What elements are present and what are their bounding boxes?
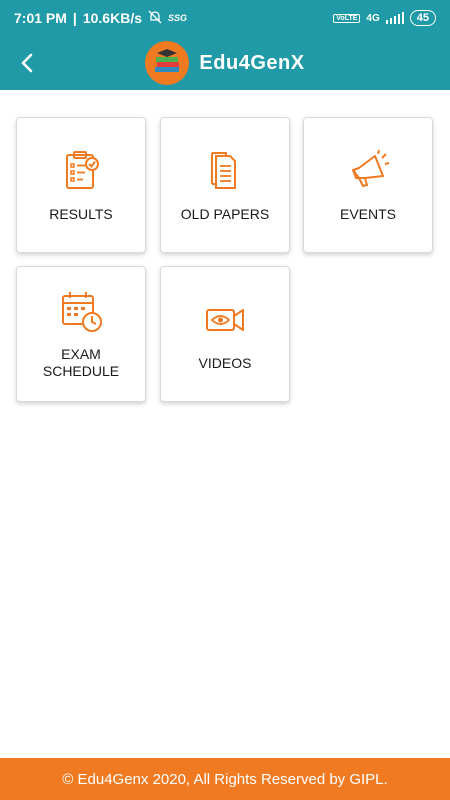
videos-card[interactable]: VIDEOS [160, 266, 290, 402]
videos-label: VIDEOS [198, 354, 252, 371]
battery-indicator: 45 [409, 10, 436, 26]
volte-icon: VoLTE [333, 13, 361, 23]
app-title: Edu4GenX [199, 51, 305, 74]
status-time: 7:01 PM [14, 10, 67, 26]
video-camera-icon [206, 308, 244, 331]
exam-schedule-label: EXAM SCHEDULE [42, 346, 120, 379]
exam-schedule-card[interactable]: EXAM SCHEDULE [16, 266, 146, 402]
network-type: 4G [366, 12, 380, 24]
documents-icon [211, 151, 236, 189]
clipboard-check-icon [66, 150, 99, 189]
results-label: RESULTS [49, 205, 113, 222]
status-net-speed: 10.6KB/s [82, 10, 142, 26]
brand: Edu4GenX [145, 41, 304, 85]
megaphone-icon [352, 149, 390, 187]
status-extra: SSG [168, 13, 188, 23]
notification-muted-icon [148, 10, 162, 27]
signal-icon [385, 12, 404, 24]
chevron-left-icon [21, 53, 33, 73]
calendar-clock-icon [62, 292, 102, 332]
app-logo [145, 41, 190, 85]
results-card[interactable]: RESULTS [16, 117, 146, 253]
footer: © Edu4Genx 2020, All Rights Reserved by … [0, 758, 450, 800]
events-card[interactable]: EVENTS [303, 117, 433, 253]
old-papers-label: OLD PAPERS [180, 205, 270, 222]
events-label: EVENTS [339, 205, 396, 222]
old-papers-card[interactable]: OLD PAPERS [160, 117, 290, 253]
app-header: Edu4GenX [0, 36, 450, 90]
status-separator: | [72, 10, 77, 26]
status-bar: 7:01 PM | 10.6KB/s SSG VoLTE 4G 45 [0, 0, 450, 36]
back-button[interactable] [12, 48, 42, 78]
copyright-text: © Edu4Genx 2020, All Rights Reserved by … [62, 770, 388, 788]
